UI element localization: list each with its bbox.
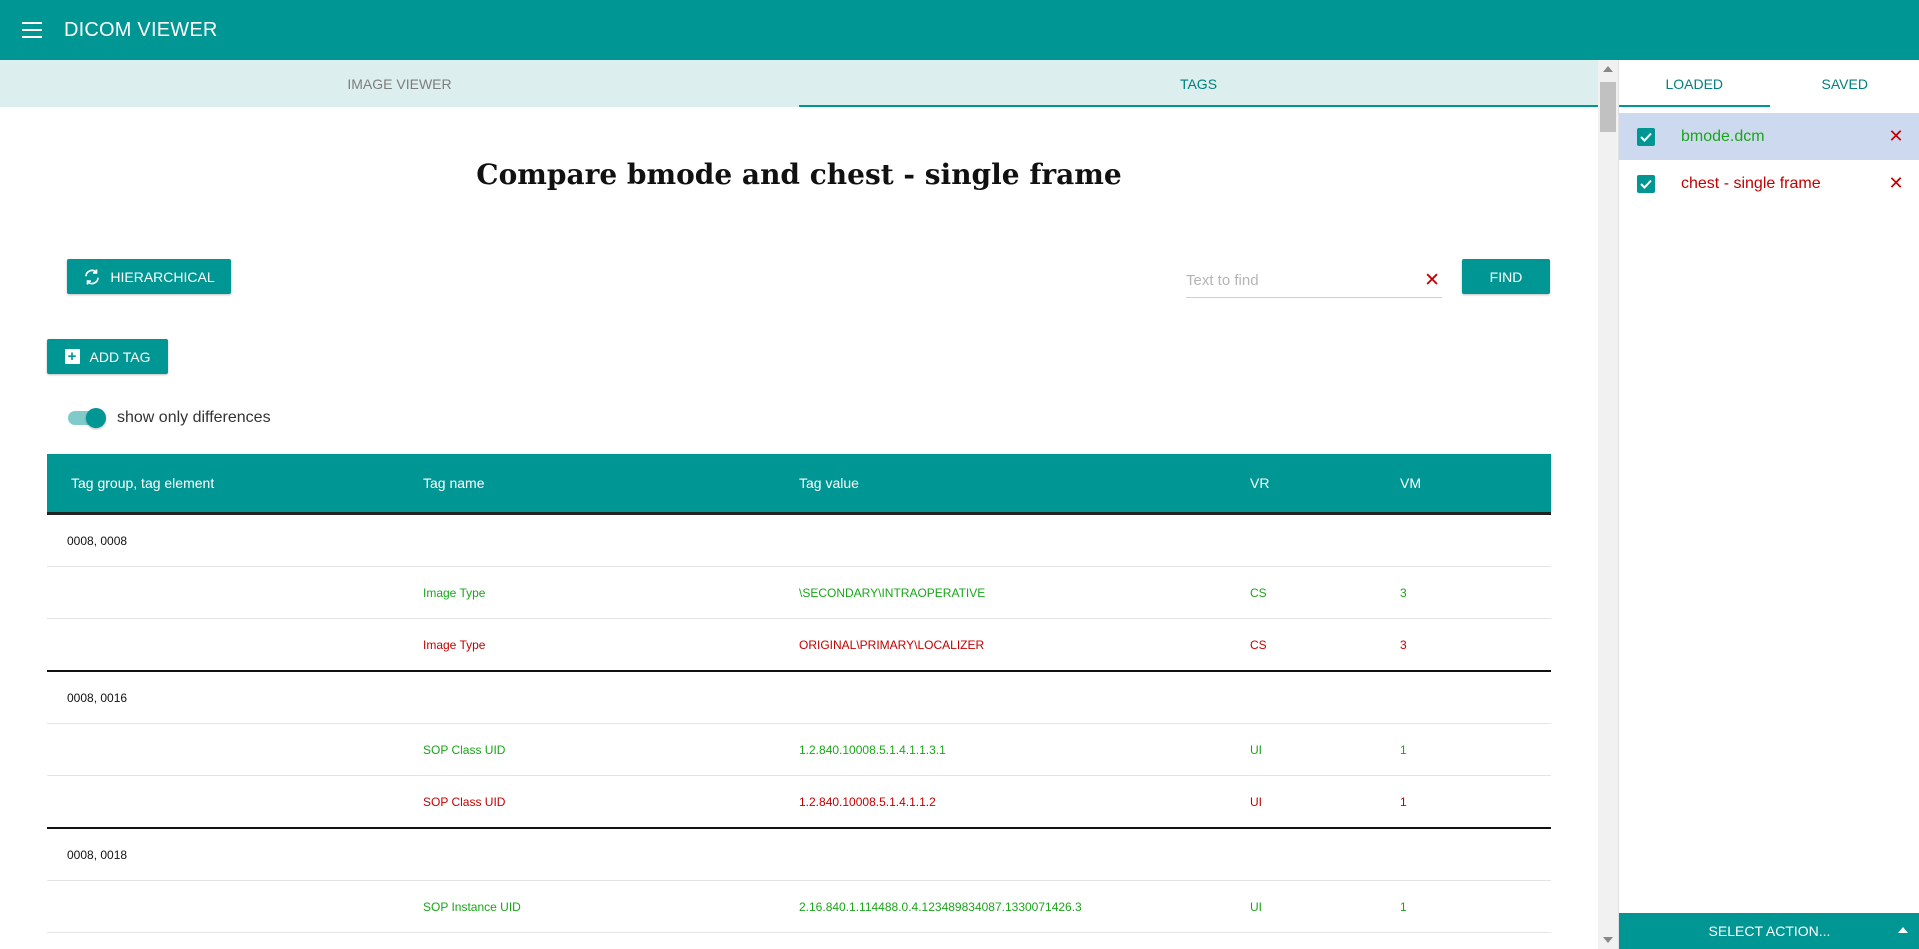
table-row[interactable]: SOP Class UID 1.2.840.10008.5.1.4.1.1.2 UI…	[47, 776, 1551, 829]
scroll-up-arrow-icon[interactable]	[1603, 66, 1613, 72]
add-tag-label: ADD TAG	[89, 348, 151, 365]
page-title: Compare bmode and chest - single frame	[476, 158, 1122, 191]
differences-toggle-row: show only differences	[68, 408, 271, 428]
remove-file-icon[interactable]: ✕	[1886, 173, 1906, 194]
show-differences-label: show only differences	[117, 409, 271, 426]
tag-group-row[interactable]: 0008, 0016	[47, 672, 1551, 724]
tag-group-cell: 0008, 0008	[67, 533, 128, 548]
vr-cell: UI	[1250, 794, 1262, 809]
app-title: DICOM VIEWER	[64, 18, 218, 41]
file-item-bmode[interactable]: bmode.dcm ✕	[1619, 113, 1919, 160]
header-vr[interactable]: VR	[1250, 475, 1400, 491]
table-body: 0008, 0008 Image Type \SECONDARY\INTRAOPER…	[47, 515, 1551, 949]
app-bar: DICOM VIEWER	[0, 0, 1919, 60]
files-sidebar: LOADED SAVED bmode.dcm ✕ chest - single …	[1618, 60, 1919, 949]
table-row[interactable]: SOP Class UID 1.2.840.10008.5.1.4.1.1.3.1…	[47, 724, 1551, 776]
tag-value-cell: 2.16.840.1.114488.0.4.123489834087.13300…	[799, 899, 1082, 914]
refresh-icon	[85, 269, 100, 284]
caret-up-icon	[1898, 927, 1908, 933]
scroll-down-arrow-icon[interactable]	[1603, 937, 1613, 943]
tag-name-cell: SOP Class UID	[423, 794, 506, 809]
scroll-thumb[interactable]	[1600, 82, 1616, 132]
vr-cell: CS	[1250, 585, 1267, 600]
plus-icon: +	[64, 349, 80, 364]
header-tag-name[interactable]: Tag name	[423, 475, 799, 491]
checkbox-icon[interactable]	[1637, 174, 1655, 193]
table-row[interactable]: Image Type ORIGINAL\PRIMARY\LOCALIZER CS 3	[47, 619, 1551, 672]
tag-value-cell: 1.2.840.10008.5.1.4.1.1.3.1	[799, 742, 946, 757]
tag-name-cell: SOP Class UID	[423, 742, 506, 757]
table-row[interactable]: SOP Instance UID 2.16.840.1.114488.0.4.12…	[47, 881, 1551, 933]
vm-cell: 3	[1400, 585, 1407, 600]
table-row[interactable]: Image Type \SECONDARY\INTRAOPERATIVE CS 3	[47, 567, 1551, 619]
add-tag-button[interactable]: + ADD TAG	[47, 339, 168, 374]
checkbox-icon[interactable]	[1637, 127, 1655, 146]
toggle-thumb	[86, 408, 106, 428]
vm-cell: 3	[1400, 637, 1407, 652]
clear-search-icon[interactable]: ✕	[1424, 271, 1440, 290]
tag-group-row[interactable]: 0008, 0008	[47, 515, 1551, 567]
file-name: chest - single frame	[1681, 174, 1821, 192]
tag-group-cell: 0008, 0016	[67, 690, 128, 705]
tag-name-cell: Image Type	[423, 585, 486, 600]
tab-saved[interactable]: SAVED	[1770, 60, 1919, 107]
table-row[interactable]: SOP Instance UID1.3.840.113619.2.33.387.…	[47, 933, 1551, 949]
header-tag-value[interactable]: Tag value	[799, 475, 1250, 491]
show-differences-toggle[interactable]	[68, 408, 106, 428]
main-tabs: IMAGE VIEWER TAGS	[0, 60, 1598, 107]
tags-table: Tag group, tag element Tag name Tag valu…	[47, 454, 1551, 949]
vm-cell: 1	[1400, 742, 1407, 757]
tag-value-cell: 1.2.840.10008.5.1.4.1.1.2	[799, 794, 936, 809]
tab-loaded[interactable]: LOADED	[1619, 60, 1770, 107]
sidebar-tabs: LOADED SAVED	[1619, 60, 1919, 107]
find-button[interactable]: FIND	[1462, 259, 1550, 294]
vr-cell: UI	[1250, 742, 1262, 757]
remove-file-icon[interactable]: ✕	[1886, 126, 1906, 147]
tab-image-viewer[interactable]: IMAGE VIEWER	[0, 60, 799, 107]
main-scrollbar[interactable]	[1598, 60, 1618, 949]
file-item-chest[interactable]: chest - single frame ✕	[1619, 160, 1919, 207]
tag-name-cell: SOP Instance UID	[423, 899, 521, 914]
vm-cell: 1	[1400, 899, 1407, 914]
header-vm[interactable]: VM	[1400, 475, 1551, 491]
vr-cell: CS	[1250, 637, 1267, 652]
table-header: Tag group, tag element Tag name Tag valu…	[47, 454, 1551, 515]
tag-group-cell: 0008, 0018	[67, 847, 128, 862]
hierarchical-button[interactable]: HIERARCHICAL	[67, 259, 231, 294]
vm-cell: 1	[1400, 794, 1407, 809]
tag-name-cell: Image Type	[423, 637, 486, 652]
hamburger-menu-icon[interactable]	[22, 22, 42, 38]
header-tag-group[interactable]: Tag group, tag element	[47, 475, 423, 491]
select-action-button[interactable]: SELECT ACTION...	[1619, 913, 1919, 949]
tag-group-row[interactable]: 0008, 0018	[47, 829, 1551, 881]
select-action-label: SELECT ACTION...	[1708, 923, 1831, 939]
tag-value-cell: ORIGINAL\PRIMARY\LOCALIZER	[799, 637, 985, 652]
search-input[interactable]	[1186, 266, 1406, 294]
search-field: ✕	[1186, 266, 1442, 298]
hierarchical-label: HIERARCHICAL	[110, 268, 215, 285]
vr-cell: UI	[1250, 899, 1262, 914]
tag-value-cell: \SECONDARY\INTRAOPERATIVE	[799, 585, 986, 600]
file-name: bmode.dcm	[1681, 127, 1765, 145]
main-panel: IMAGE VIEWER TAGS Compare bmode and ches…	[0, 60, 1598, 949]
tab-tags[interactable]: TAGS	[799, 60, 1598, 107]
